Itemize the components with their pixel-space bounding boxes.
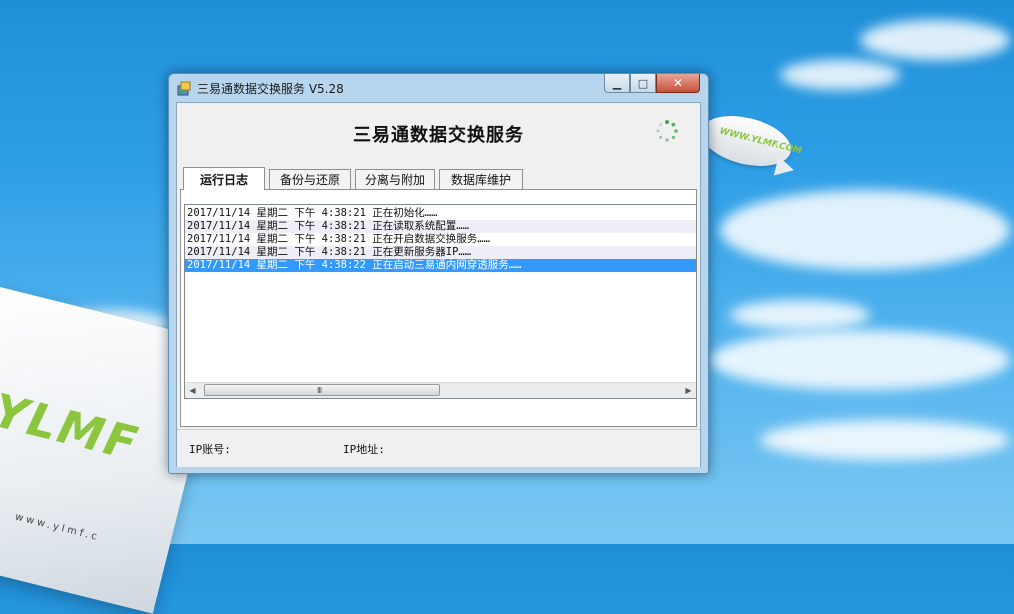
status-bar: IP账号: IP地址: bbox=[177, 429, 700, 467]
loading-spinner-icon bbox=[656, 120, 678, 142]
page-title: 三易通数据交换服务 bbox=[353, 125, 524, 146]
log-listbox[interactable]: 2017/11/14 星期二 下午 4:38:21 正在初始化…… 2017/1… bbox=[184, 204, 697, 399]
minimize-button[interactable]: ▁ bbox=[604, 74, 630, 93]
title-bar[interactable]: 三易通数据交换服务 V5.28 ▁ □ ✕ bbox=[169, 74, 708, 100]
client-area: 三易通数据交换服务 运行日志 备份与还原 分离与附加 数据库维护 2017/11… bbox=[176, 102, 701, 467]
tab-detach-attach[interactable]: 分离与附加 bbox=[355, 169, 435, 189]
blimp-fin bbox=[773, 156, 797, 180]
ip-address-label: IP地址: bbox=[343, 443, 385, 456]
tab-label: 数据库维护 bbox=[450, 173, 511, 187]
log-row-selected[interactable]: 2017/11/14 星期二 下午 4:38:22 正在启动三易通内网穿透服务…… bbox=[185, 259, 696, 272]
ip-account-label: IP账号: bbox=[189, 443, 231, 456]
horizontal-scrollbar[interactable]: ◀ III ▶ bbox=[185, 382, 696, 398]
window-controls: ▁ □ ✕ bbox=[604, 74, 700, 94]
tab-label: 分离与附加 bbox=[364, 173, 425, 187]
tab-run-log[interactable]: 运行日志 bbox=[183, 167, 265, 190]
blimp-text: WWW.YLMF.COM bbox=[718, 126, 803, 157]
close-icon: ✕ bbox=[672, 76, 684, 90]
tab-label: 运行日志 bbox=[199, 172, 248, 187]
tab-database-maintenance[interactable]: 数据库维护 bbox=[439, 169, 523, 189]
scrollbar-thumb[interactable]: III bbox=[204, 384, 440, 396]
scrollbar-grip-icon: III bbox=[317, 386, 322, 395]
app-icon bbox=[177, 81, 191, 96]
tab-backup-restore[interactable]: 备份与还原 bbox=[269, 169, 351, 189]
scroll-left-icon[interactable]: ◀ bbox=[185, 383, 200, 398]
close-button[interactable]: ✕ bbox=[656, 74, 700, 93]
log-list: 2017/11/14 星期二 下午 4:38:21 正在初始化…… 2017/1… bbox=[185, 205, 696, 272]
minimize-icon: ▁ bbox=[612, 76, 622, 90]
log-row[interactable]: 2017/11/14 星期二 下午 4:38:21 正在读取系统配置…… bbox=[185, 220, 696, 233]
tab-panel-run-log: 2017/11/14 星期二 下午 4:38:21 正在初始化…… 2017/1… bbox=[180, 189, 697, 427]
log-row[interactable]: 2017/11/14 星期二 下午 4:38:21 正在开启数据交换服务…… bbox=[185, 233, 696, 246]
log-row[interactable]: 2017/11/14 星期二 下午 4:38:21 正在更新服务器IP…… bbox=[185, 246, 696, 259]
tab-label: 备份与还原 bbox=[279, 173, 340, 187]
window-title: 三易通数据交换服务 V5.28 bbox=[197, 82, 344, 96]
maximize-icon: □ bbox=[637, 76, 649, 90]
scroll-right-icon[interactable]: ▶ bbox=[681, 383, 696, 398]
app-window: 三易通数据交换服务 V5.28 ▁ □ ✕ 三易通数据交换服务 运行日志 备份与… bbox=[168, 73, 709, 474]
maximize-button[interactable]: □ bbox=[630, 74, 656, 93]
log-row[interactable]: 2017/11/14 星期二 下午 4:38:21 正在初始化…… bbox=[185, 207, 696, 220]
